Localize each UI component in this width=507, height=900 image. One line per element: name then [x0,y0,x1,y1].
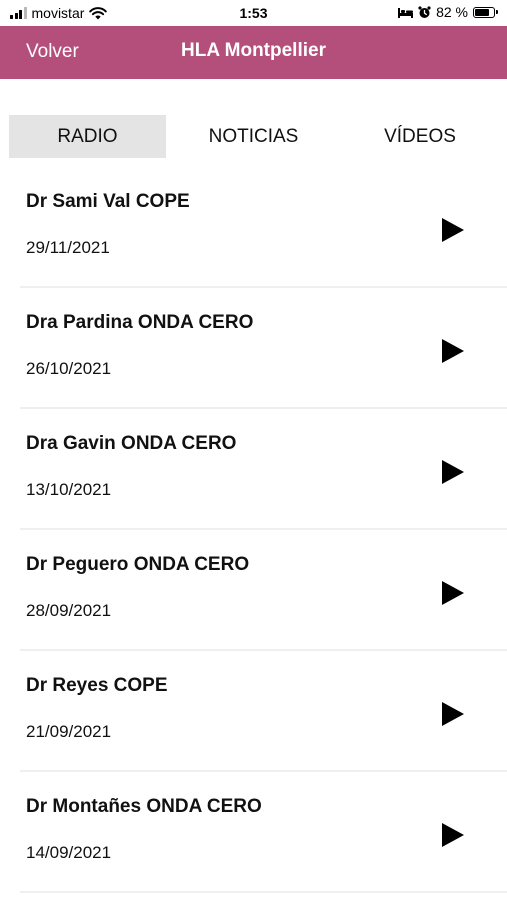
play-icon[interactable] [440,338,466,364]
item-date: 28/09/2021 [26,601,112,620]
play-icon[interactable] [440,580,466,606]
list-item[interactable]: Dra Gavin ONDA CERO 13/10/2021 [20,409,507,530]
item-date: 14/09/2021 [26,843,112,862]
item-date: 26/10/2021 [26,359,112,378]
item-title: Dr Montañes ONDA CERO [26,796,262,817]
bed-icon [398,7,414,18]
tab-videos[interactable]: VÍDEOS [341,115,499,158]
item-title: Dr Sami Val COPE [26,191,190,212]
item-title: Dra Pardina ONDA CERO [26,312,254,333]
list-item[interactable]: Dra Pardina ONDA CERO 26/10/2021 [20,288,507,409]
battery-icon [473,6,498,18]
item-date: 13/10/2021 [26,480,112,499]
battery-fill [475,8,490,16]
item-date: 21/09/2021 [26,722,112,741]
segmented-tabs: RADIO NOTICIAS VÍDEOS [9,115,499,158]
page-title: HLA Montpellier [181,40,326,61]
play-icon[interactable] [440,822,466,848]
navigation-bar: Volver HLA Montpellier [0,26,507,79]
list-item[interactable]: Dr Peguero ONDA CERO 28/09/2021 [20,530,507,651]
play-icon[interactable] [440,459,466,485]
status-right: 82 % [398,4,498,20]
item-title: Dr Reyes COPE [26,675,168,696]
play-icon[interactable] [440,217,466,243]
status-bar: movistar 1:53 82 % [0,0,507,26]
tab-radio[interactable]: RADIO [9,115,166,158]
item-title: Dra Gavin ONDA CERO [26,433,237,454]
battery-percent: 82 % [436,4,468,20]
list-item[interactable]: Dr Reyes COPE 21/09/2021 [20,651,507,772]
item-date: 29/11/2021 [26,238,110,257]
list-item[interactable]: Dr Sami Val COPE 29/11/2021 [20,167,507,288]
play-icon[interactable] [440,701,466,727]
item-title: Dr Peguero ONDA CERO [26,554,250,575]
radio-list: Dr Sami Val COPE 29/11/2021 Dra Pardina … [20,167,507,893]
list-item[interactable]: Dr Montañes ONDA CERO 14/09/2021 [20,772,507,893]
tab-noticias[interactable]: NOTICIAS [166,115,341,158]
alarm-icon [418,5,431,18]
